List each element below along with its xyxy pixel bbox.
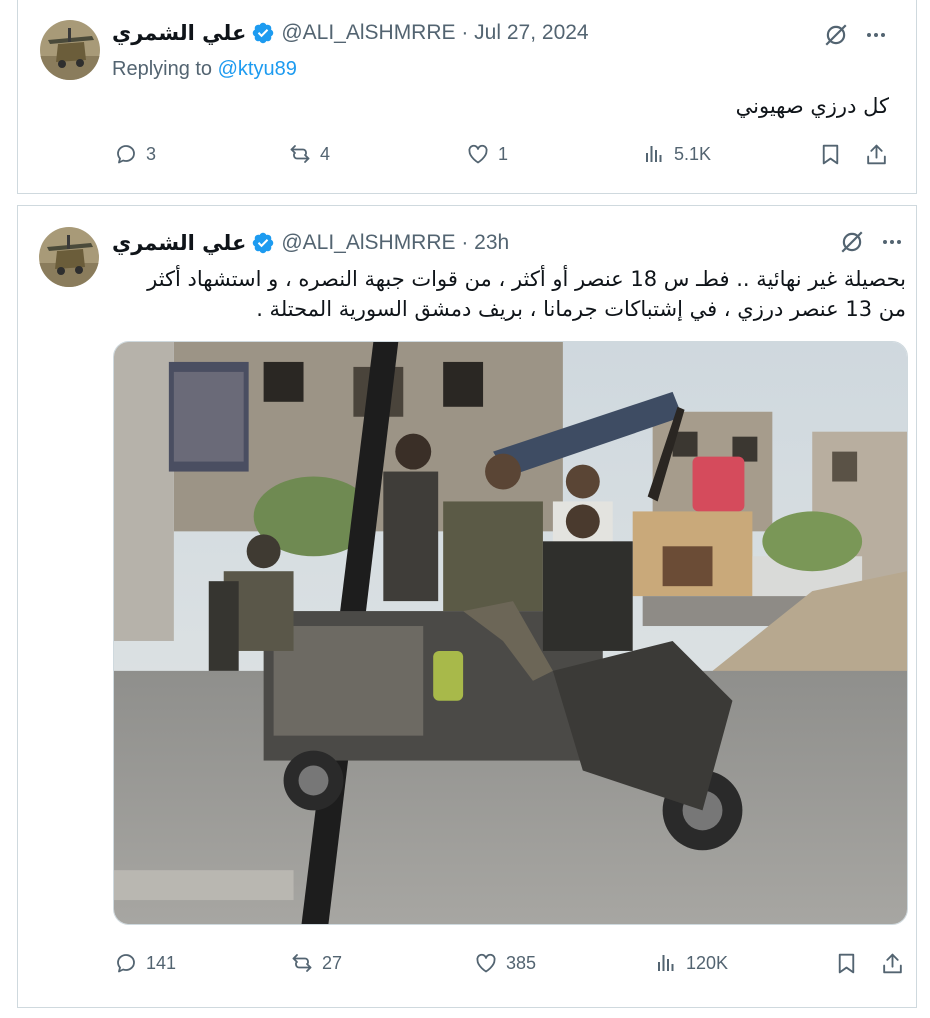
display-name[interactable]: علي الشمري [112,231,246,255]
tweet-photo[interactable] [113,341,908,925]
repost-count: 27 [322,952,343,973]
views-icon [646,146,662,162]
views-icon [658,955,674,971]
more-icon[interactable] [879,229,905,255]
verified-badge-icon [253,22,274,44]
repost-icon [290,145,310,163]
display-name[interactable]: علي الشمري [112,21,246,45]
repost-button[interactable]: 27 [290,948,342,978]
avatar[interactable] [40,20,100,80]
bookmark-button[interactable] [818,139,843,169]
like-button[interactable]: 385 [474,948,536,978]
reply-tweet[interactable]: علي الشمري @ALI_AlSHMRRE · Jul 27, 2024 … [17,0,917,194]
tweet-text: كل درزي صهيوني [735,94,889,118]
bookmark-button[interactable] [834,948,859,978]
reply-count: 141 [146,952,177,973]
views-button[interactable]: 5.1K [642,139,711,169]
replying-prefix: Replying to [112,58,218,80]
more-icon[interactable] [863,22,889,48]
replying-to-mention[interactable]: @ktyu89 [218,58,297,80]
like-icon [476,953,496,973]
bookmark-icon [838,953,855,973]
grok-icon[interactable] [839,229,865,255]
views-count: 5.1K [674,143,712,164]
like-count: 385 [506,952,537,973]
grok-icon[interactable] [823,22,849,48]
views-button[interactable]: 120K [654,948,728,978]
repost-button[interactable]: 4 [288,139,330,169]
bookmark-icon [822,144,839,164]
share-button[interactable] [864,139,889,169]
repost-icon [292,954,312,972]
share-button[interactable] [880,948,905,978]
share-icon [867,144,886,164]
reply-button[interactable]: 141 [114,948,176,978]
reply-icon [117,954,135,973]
reply-icon [117,145,135,164]
tweet-text: بحصيلة غير نهائية .. فطـ س 18 عنصر أو أك… [26,264,906,324]
reply-count: 3 [146,143,157,164]
like-count: 1 [498,143,509,164]
views-count: 120K [686,952,729,973]
handle-and-date[interactable]: @ALI_AlSHMRRE · Jul 27, 2024 [281,21,588,45]
tweet-text-line-2: من 13 عنصر درزي ، في إشتباكات جرمانا ، ب… [256,297,906,321]
tweet-text-line-1: بحصيلة غير نهائية .. فطـ س 18 عنصر أو أك… [147,267,906,291]
like-button[interactable]: 1 [466,139,508,169]
replying-to: Replying to @ktyu89 [112,58,297,81]
reply-button[interactable]: 3 [114,139,156,169]
handle-and-date[interactable]: @ALI_AlSHMRRE · 23h [281,231,509,255]
original-tweet[interactable]: علي الشمري @ALI_AlSHMRRE · 23h بحصيلة غي… [17,205,917,1008]
photo-street-scene [114,342,907,924]
verified-badge-icon [253,232,274,254]
share-icon [883,953,902,973]
repost-count: 4 [320,143,331,164]
like-icon [468,144,488,164]
